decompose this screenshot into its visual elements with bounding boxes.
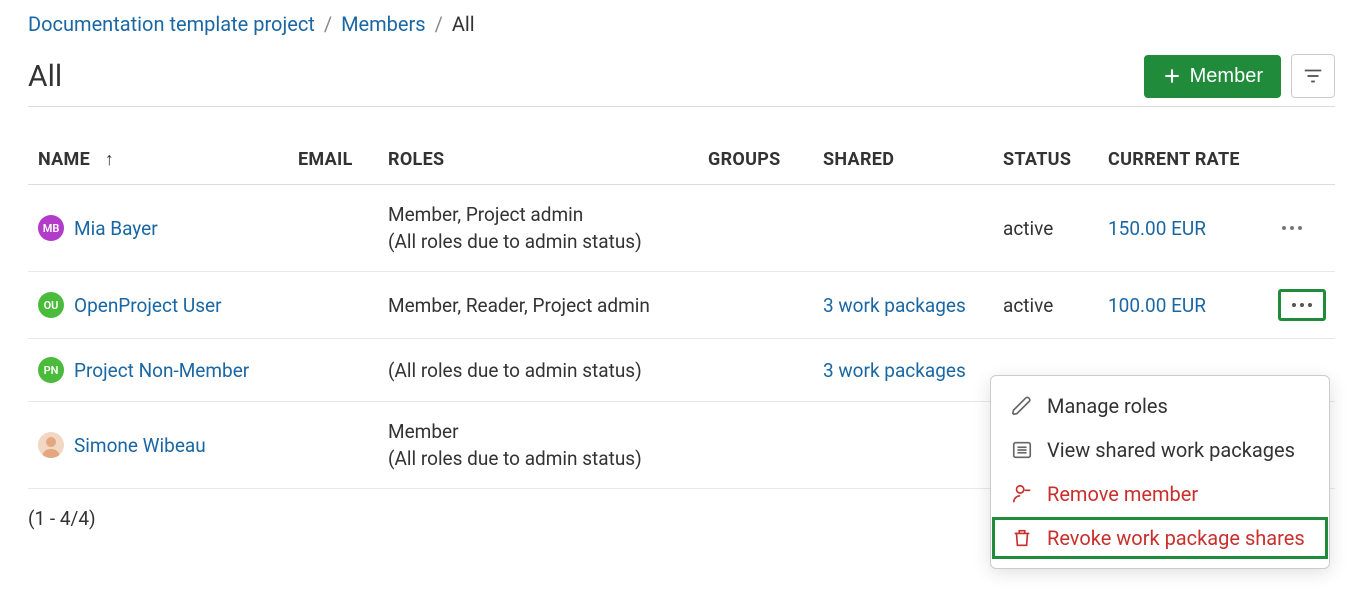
breadcrumb-members-link[interactable]: Members	[341, 12, 426, 36]
roles-cell: Member, Reader, Project admin	[378, 272, 698, 339]
avatar: PN	[38, 357, 64, 383]
member-name-link[interactable]: OpenProject User	[74, 294, 222, 317]
avatar: MB	[38, 215, 64, 241]
page-title: All	[28, 59, 62, 94]
list-icon	[1011, 439, 1033, 461]
breadcrumb-separator: /	[435, 12, 443, 36]
status-cell: active	[993, 185, 1098, 272]
shared-cell	[813, 402, 993, 489]
column-header-roles[interactable]: ROLES	[378, 135, 698, 185]
roles-secondary: (All roles due to admin status)	[388, 447, 688, 470]
roles-secondary: (All roles due to admin status)	[388, 230, 688, 253]
roles-cell: Member (All roles due to admin status)	[378, 402, 698, 489]
table-row: MB Mia Bayer Member, Project admin (All …	[28, 185, 1335, 272]
breadcrumb-current: All	[452, 12, 475, 36]
roles-cell: (All roles due to admin status)	[378, 339, 698, 402]
shared-link[interactable]: 3 work packages	[823, 359, 966, 382]
avatar: OU	[38, 292, 64, 318]
shared-link[interactable]: 3 work packages	[823, 294, 966, 317]
column-header-actions	[1269, 135, 1335, 185]
column-header-shared[interactable]: SHARED	[813, 135, 993, 185]
filter-button[interactable]	[1291, 54, 1335, 98]
status-cell: active	[993, 272, 1098, 339]
column-header-name-label: NAME	[38, 149, 90, 170]
add-member-label: Member	[1190, 65, 1263, 88]
email-cell	[288, 272, 378, 339]
email-cell	[288, 339, 378, 402]
filter-icon	[1302, 65, 1324, 87]
shared-cell	[813, 185, 993, 272]
rate-link[interactable]: 100.00 EUR	[1108, 294, 1206, 317]
menu-item-label: View shared work packages	[1047, 438, 1295, 462]
avatar	[38, 432, 64, 458]
header-divider	[28, 106, 1335, 107]
groups-cell	[698, 185, 813, 272]
breadcrumb: Documentation template project / Members…	[28, 12, 1335, 36]
column-header-email[interactable]: EMAIL	[288, 135, 378, 185]
menu-item-remove-member[interactable]: Remove member	[991, 472, 1329, 516]
more-horizontal-icon	[1289, 296, 1315, 314]
member-name-link[interactable]: Simone Wibeau	[74, 434, 206, 457]
avatar-person-icon	[38, 432, 64, 458]
column-header-status[interactable]: STATUS	[993, 135, 1098, 185]
email-cell	[288, 185, 378, 272]
plus-icon	[1162, 66, 1182, 86]
pencil-icon	[1011, 395, 1033, 417]
breadcrumb-separator: /	[324, 12, 332, 36]
groups-cell	[698, 402, 813, 489]
column-header-name[interactable]: NAME ↑	[28, 135, 288, 185]
row-actions-button[interactable]	[1279, 219, 1325, 237]
menu-item-label: Manage roles	[1047, 394, 1168, 418]
groups-cell	[698, 272, 813, 339]
menu-item-label: Revoke work package shares	[1047, 526, 1305, 550]
menu-item-view-shared[interactable]: View shared work packages	[991, 428, 1329, 472]
row-actions-button[interactable]	[1279, 290, 1325, 320]
roles-primary: Member, Project admin	[388, 203, 688, 226]
menu-item-manage-roles[interactable]: Manage roles	[991, 384, 1329, 428]
more-horizontal-icon	[1279, 219, 1305, 237]
roles-primary: Member, Reader, Project admin	[388, 294, 688, 317]
table-row: OU OpenProject User Member, Reader, Proj…	[28, 272, 1335, 339]
member-name-link[interactable]: Project Non-Member	[74, 359, 249, 382]
roles-cell: Member, Project admin (All roles due to …	[378, 185, 698, 272]
column-header-rate[interactable]: CURRENT RATE	[1098, 135, 1269, 185]
row-actions-menu: Manage roles View shared work packages R…	[990, 375, 1330, 569]
trash-icon	[1011, 527, 1033, 549]
rate-link[interactable]: 150.00 EUR	[1108, 217, 1206, 240]
add-member-button[interactable]: Member	[1144, 55, 1281, 98]
menu-item-label: Remove member	[1047, 482, 1198, 506]
email-cell	[288, 402, 378, 489]
person-remove-icon	[1011, 483, 1033, 505]
roles-primary: (All roles due to admin status)	[388, 359, 688, 382]
member-name-link[interactable]: Mia Bayer	[74, 217, 158, 240]
menu-item-revoke-shares[interactable]: Revoke work package shares	[991, 516, 1329, 560]
groups-cell	[698, 339, 813, 402]
column-header-groups[interactable]: GROUPS	[698, 135, 813, 185]
breadcrumb-project-link[interactable]: Documentation template project	[28, 12, 315, 36]
roles-primary: Member	[388, 420, 688, 443]
sort-ascending-icon: ↑	[105, 149, 114, 170]
